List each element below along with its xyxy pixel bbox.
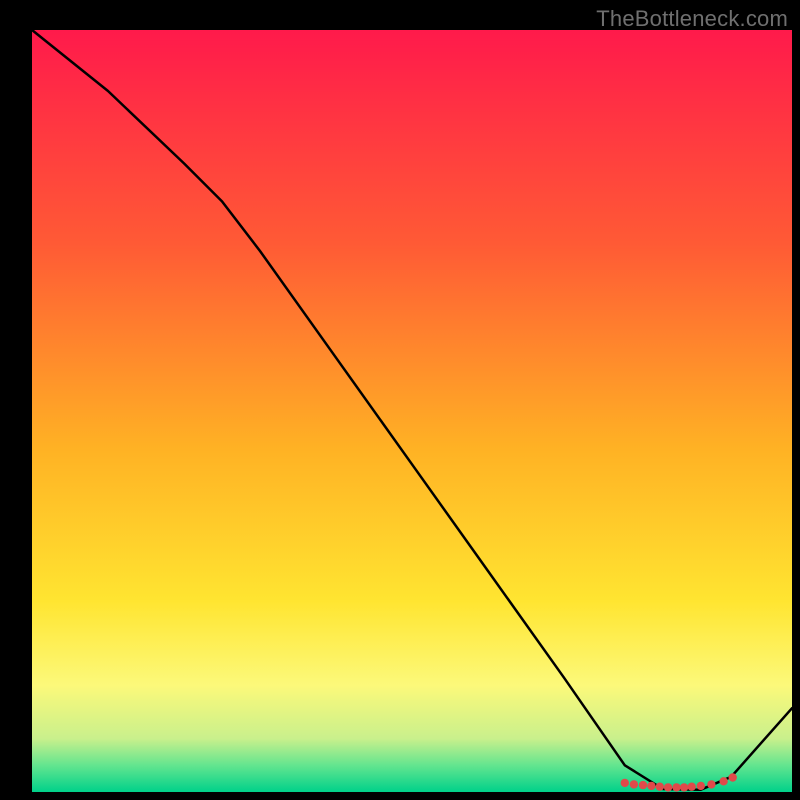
marker-dot <box>719 777 727 785</box>
marker-dot <box>656 783 664 791</box>
marker-dot <box>672 783 680 791</box>
marker-dot <box>680 783 688 791</box>
chart-svg <box>0 0 800 800</box>
marker-dot <box>647 782 655 790</box>
marker-dot <box>729 773 737 781</box>
chart-stage: TheBottleneck.com <box>0 0 800 800</box>
marker-dot <box>639 781 647 789</box>
marker-dot <box>621 779 629 787</box>
marker-dot <box>697 782 705 790</box>
marker-dot <box>688 783 696 791</box>
plot-background <box>32 30 792 792</box>
marker-dot <box>630 780 638 788</box>
marker-dot <box>664 783 672 791</box>
marker-dot <box>707 780 715 788</box>
